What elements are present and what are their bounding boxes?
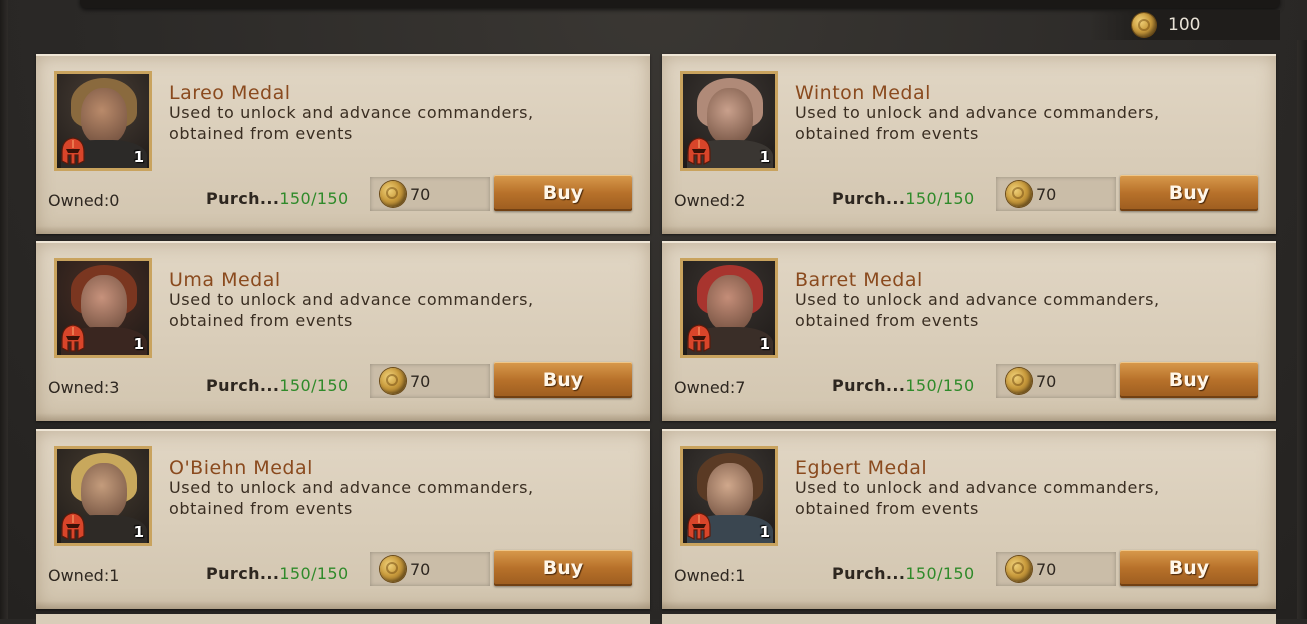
- buy-button[interactable]: Buy: [1120, 550, 1258, 586]
- shop-item-card: 1 Egbert Medal Used to unlock and advanc…: [662, 429, 1276, 609]
- currency-amount: 100: [1168, 15, 1201, 35]
- portrait-face: [81, 463, 127, 519]
- purchase-label: Purch...: [832, 564, 906, 583]
- currency-display: 100: [1090, 10, 1280, 40]
- price-box: 70: [996, 552, 1116, 586]
- purchase-limit: Purch...150/150: [206, 564, 349, 583]
- purchase-value: 150/150: [279, 564, 349, 583]
- gold-coin-icon: [1132, 13, 1156, 37]
- purchase-limit: Purch...150/150: [206, 189, 349, 208]
- item-title: Winton Medal: [795, 82, 931, 104]
- gold-coin-icon: [1006, 368, 1032, 394]
- shop-item-card: 1 Barret Medal Used to unlock and advanc…: [662, 241, 1276, 421]
- commander-portrait[interactable]: 1: [680, 258, 778, 358]
- shop-item-card: 1 Winton Medal Used to unlock and advanc…: [662, 54, 1276, 234]
- item-count: 1: [759, 148, 770, 166]
- gold-coin-icon: [380, 556, 406, 582]
- item-price: 70: [410, 184, 431, 204]
- item-count: 1: [759, 335, 770, 353]
- portrait-face: [707, 463, 753, 519]
- commander-portrait[interactable]: 1: [54, 258, 152, 358]
- gold-coin-icon: [1006, 556, 1032, 582]
- shop-item-card: 1 Lareo Medal Used to unlock and advance…: [36, 54, 650, 234]
- helmet-icon: [61, 324, 85, 352]
- helmet-icon: [687, 137, 711, 165]
- gold-coin-icon: [380, 368, 406, 394]
- purchase-value: 150/150: [279, 189, 349, 208]
- shop-item-card: 1 O'Biehn Medal Used to unlock and advan…: [36, 429, 650, 609]
- commander-portrait[interactable]: 1: [680, 71, 778, 171]
- buy-button[interactable]: Buy: [494, 362, 632, 398]
- item-count: 1: [759, 523, 770, 541]
- item-description: Used to unlock and advance commanders, o…: [169, 103, 534, 143]
- purchase-value: 150/150: [905, 564, 975, 583]
- portrait-face: [81, 88, 127, 144]
- purchase-label: Purch...: [832, 376, 906, 395]
- shop-item-card: 1 Uma Medal Used to unlock and advance c…: [36, 241, 650, 421]
- purchase-label: Purch...: [206, 564, 280, 583]
- purchase-value: 150/150: [279, 376, 349, 395]
- purchase-value: 150/150: [905, 189, 975, 208]
- item-price: 70: [410, 559, 431, 579]
- item-description: Used to unlock and advance commanders, o…: [795, 103, 1160, 143]
- item-description: Used to unlock and advance commanders, o…: [169, 478, 534, 518]
- owned-count: Owned:2: [674, 191, 746, 210]
- item-price: 70: [1036, 559, 1057, 579]
- helmet-icon: [61, 512, 85, 540]
- price-box: 70: [996, 177, 1116, 211]
- portrait-face: [81, 275, 127, 331]
- portrait-face: [707, 88, 753, 144]
- purchase-label: Purch...: [206, 376, 280, 395]
- left-frame-edge: [0, 0, 8, 619]
- item-count: 1: [133, 148, 144, 166]
- buy-button[interactable]: Buy: [494, 175, 632, 211]
- buy-button[interactable]: Buy: [1120, 175, 1258, 211]
- price-box: 70: [370, 552, 490, 586]
- next-row-card-edge: [662, 614, 1276, 624]
- scrollbar-track[interactable]: [1297, 40, 1307, 619]
- next-row-card-edge: [36, 614, 650, 624]
- purchase-label: Purch...: [206, 189, 280, 208]
- commander-portrait[interactable]: 1: [54, 446, 152, 546]
- owned-count: Owned:1: [48, 566, 120, 585]
- owned-count: Owned:3: [48, 378, 120, 397]
- item-price: 70: [1036, 371, 1057, 391]
- item-title: Uma Medal: [169, 269, 281, 291]
- price-box: 70: [370, 177, 490, 211]
- item-title: Egbert Medal: [795, 457, 928, 479]
- item-price: 70: [410, 371, 431, 391]
- commander-portrait[interactable]: 1: [54, 71, 152, 171]
- price-box: 70: [996, 364, 1116, 398]
- buy-button[interactable]: Buy: [494, 550, 632, 586]
- item-title: O'Biehn Medal: [169, 457, 313, 479]
- purchase-label: Purch...: [832, 189, 906, 208]
- gold-coin-icon: [380, 181, 406, 207]
- owned-count: Owned:1: [674, 566, 746, 585]
- purchase-limit: Purch...150/150: [832, 564, 975, 583]
- buy-button[interactable]: Buy: [1120, 362, 1258, 398]
- purchase-limit: Purch...150/150: [832, 189, 975, 208]
- helmet-icon: [687, 512, 711, 540]
- item-description: Used to unlock and advance commanders, o…: [795, 478, 1160, 518]
- item-description: Used to unlock and advance commanders, o…: [795, 290, 1160, 330]
- shop-window: 100 1 Lareo Medal Used to unlock and adv…: [0, 0, 1307, 624]
- item-count: 1: [133, 335, 144, 353]
- portrait-face: [707, 275, 753, 331]
- item-title: Lareo Medal: [169, 82, 291, 104]
- gold-coin-icon: [1006, 181, 1032, 207]
- price-box: 70: [370, 364, 490, 398]
- item-count: 1: [133, 523, 144, 541]
- purchase-limit: Purch...150/150: [832, 376, 975, 395]
- helmet-icon: [687, 324, 711, 352]
- header-bar: [80, 0, 1280, 8]
- owned-count: Owned:0: [48, 191, 120, 210]
- owned-count: Owned:7: [674, 378, 746, 397]
- helmet-icon: [61, 137, 85, 165]
- item-title: Barret Medal: [795, 269, 923, 291]
- item-description: Used to unlock and advance commanders, o…: [169, 290, 534, 330]
- purchase-value: 150/150: [905, 376, 975, 395]
- commander-portrait[interactable]: 1: [680, 446, 778, 546]
- purchase-limit: Purch...150/150: [206, 376, 349, 395]
- item-price: 70: [1036, 184, 1057, 204]
